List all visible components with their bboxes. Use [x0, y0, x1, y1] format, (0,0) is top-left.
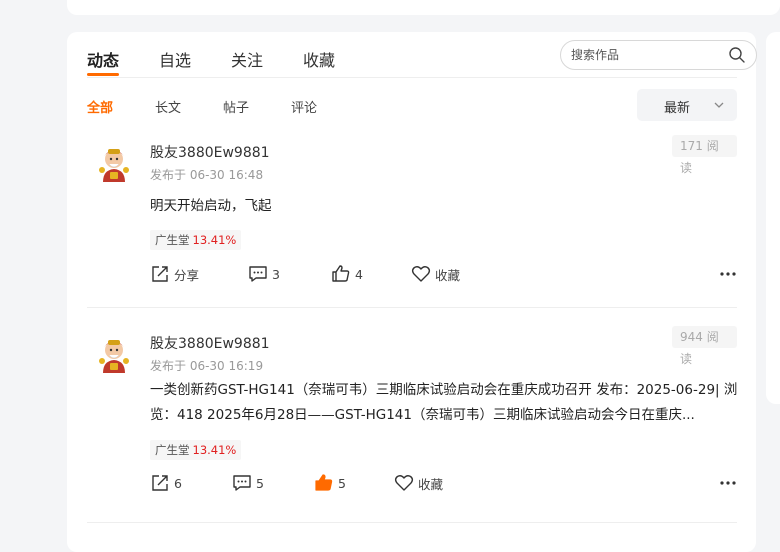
- post-time: 发布于 06-30 16:19: [150, 359, 264, 373]
- filter-tabs: 全部 长文 帖子 评论 最新: [87, 89, 737, 121]
- main-tabs: 动态 自选 关注 收藏: [87, 32, 757, 78]
- more-icon[interactable]: [718, 473, 738, 493]
- username[interactable]: 股友3880Ew9881: [150, 142, 270, 162]
- avatar[interactable]: [95, 146, 133, 184]
- comment-count: 3: [272, 266, 280, 282]
- share-icon: [152, 475, 168, 491]
- like-count: 5: [338, 475, 346, 491]
- sort-selected: 最新: [664, 101, 691, 116]
- post-time: 发布于 06-30 16:48: [150, 168, 264, 182]
- share-icon: [152, 266, 168, 282]
- filter-long-article[interactable]: 长文: [155, 97, 181, 116]
- like-button[interactable]: 5: [314, 473, 346, 493]
- like-button[interactable]: 4: [331, 264, 363, 284]
- share-label: 分享: [174, 267, 200, 283]
- favorite-label: 收藏: [435, 267, 461, 283]
- active-tab-indicator: [87, 73, 119, 76]
- tab-favorites[interactable]: 收藏: [303, 47, 335, 71]
- filter-all[interactable]: 全部: [87, 97, 113, 116]
- stock-tag[interactable]: 广生堂 13.41%: [150, 230, 242, 250]
- search-icon[interactable]: [728, 46, 746, 64]
- more-icon[interactable]: [718, 264, 738, 284]
- heart-icon: [411, 266, 431, 282]
- search-input[interactable]: [571, 46, 721, 64]
- sort-dropdown[interactable]: 最新: [637, 89, 737, 121]
- avatar[interactable]: [95, 337, 133, 375]
- post-item: 股友3880Ew9881 发布于 06-30 16:19 944 阅读 一类创新…: [87, 323, 737, 523]
- like-count: 4: [355, 266, 363, 282]
- share-button[interactable]: 分享: [150, 264, 199, 284]
- thumbs-up-icon: [315, 474, 333, 491]
- comment-icon: [249, 266, 267, 282]
- filter-comment[interactable]: 评论: [291, 97, 317, 116]
- thumbs-up-icon: [332, 265, 350, 282]
- top-card: [67, 0, 780, 15]
- view-count-badge: 171 阅读: [672, 135, 737, 175]
- post-item: 股友3880Ew9881 发布于 06-30 16:48 171 阅读 明天开始…: [87, 132, 737, 308]
- favorite-button[interactable]: 收藏: [411, 264, 460, 284]
- comment-button[interactable]: 3: [248, 264, 280, 284]
- comment-icon: [233, 475, 251, 491]
- username[interactable]: 股友3880Ew9881: [150, 333, 270, 353]
- filter-post[interactable]: 帖子: [223, 97, 249, 116]
- view-count-badge: 944 阅读: [672, 326, 737, 366]
- heart-icon: [394, 475, 414, 491]
- stock-change: 13.41%: [192, 233, 237, 247]
- tab-following[interactable]: 关注: [231, 47, 263, 71]
- tab-watchlist[interactable]: 自选: [159, 47, 191, 71]
- favorite-button[interactable]: 收藏: [394, 473, 443, 493]
- stock-name: 广生堂: [155, 233, 190, 247]
- share-button[interactable]: 6: [150, 473, 182, 493]
- comment-count: 5: [256, 475, 264, 491]
- post-divider: [87, 307, 737, 308]
- favorite-label: 收藏: [418, 476, 444, 492]
- stock-tag[interactable]: 广生堂 13.41%: [150, 440, 242, 460]
- search-box: [560, 40, 757, 70]
- post-content[interactable]: 一类创新药GST-HG141（奈瑞可韦）三期临床试验启动会在重庆成功召开 发布：…: [150, 378, 740, 428]
- feed-panel: 动态 自选 关注 收藏 全部 长文 帖子 评论 最新: [67, 32, 757, 552]
- stock-change: 13.41%: [192, 443, 237, 457]
- tab-dynamic[interactable]: 动态: [87, 47, 119, 71]
- right-side-card: [766, 32, 780, 404]
- chevron-down-icon: [714, 102, 724, 108]
- comment-button[interactable]: 5: [232, 473, 264, 493]
- post-content[interactable]: 明天开始启动，飞起: [150, 194, 740, 219]
- share-count: 6: [174, 475, 182, 491]
- stock-name: 广生堂: [155, 443, 190, 457]
- post-divider: [87, 522, 737, 523]
